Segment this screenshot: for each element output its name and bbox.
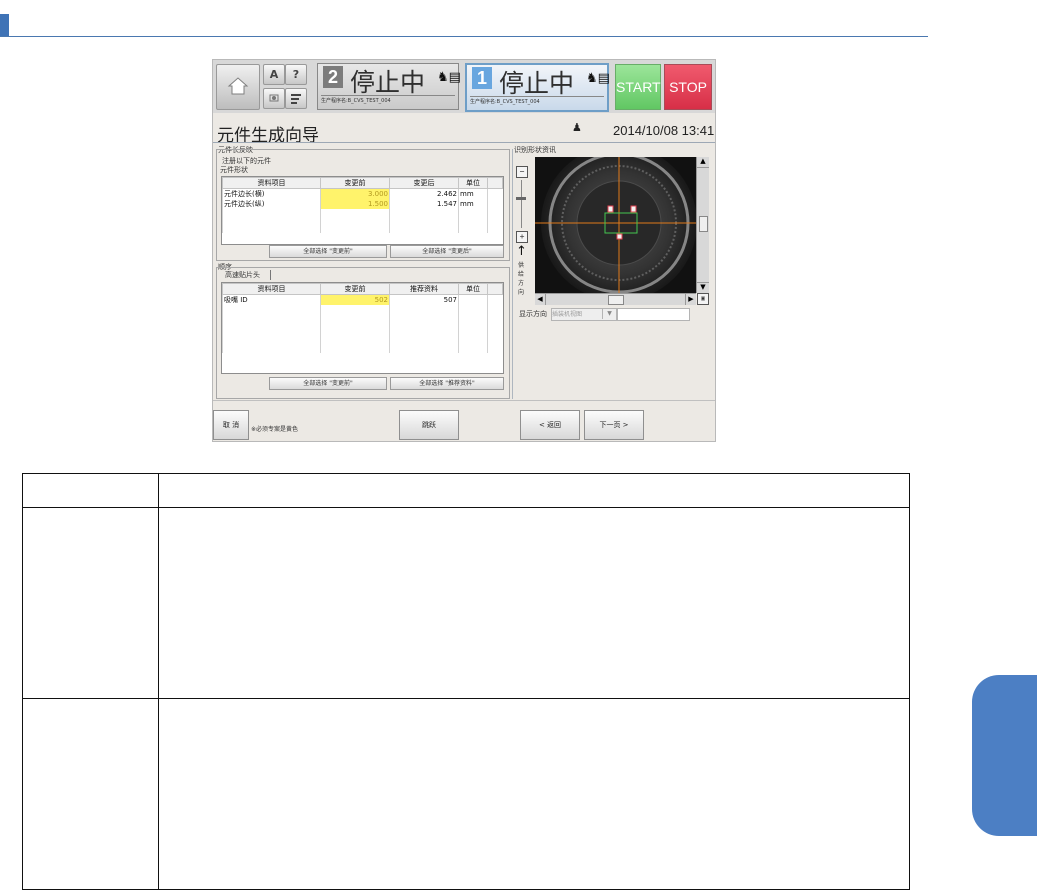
feed-direction-arrow-icon: ↑ bbox=[516, 244, 527, 259]
after-value-cell[interactable]: 1.547 bbox=[389, 199, 459, 209]
feed-direction-char: 给 bbox=[517, 271, 524, 278]
user-icon: ♟ bbox=[572, 121, 582, 134]
column-header-before: 变更前 bbox=[320, 283, 390, 295]
chevron-down-icon[interactable]: ▼ bbox=[602, 308, 616, 319]
machine-1-number: 1 bbox=[472, 67, 492, 89]
column-header-recommended: 推荐资料 bbox=[389, 283, 459, 295]
table-row-label-cell bbox=[22, 507, 159, 699]
component-generation-screen: A ? 2 停止中 ♞▤ 生产程序名:B_CVS_TEST_004 1 停止中 … bbox=[212, 59, 716, 442]
component-data-table: 资料项目 变更前 变更后 单位 元件边长(横) 3.000 2.462 mm 元… bbox=[221, 176, 504, 245]
scroll-right-icon[interactable]: ▶ bbox=[685, 294, 696, 305]
recommended-value-cell[interactable]: 507 bbox=[389, 294, 459, 305]
transfer-button[interactable] bbox=[285, 88, 307, 109]
header-rule bbox=[0, 36, 928, 37]
column-header-after: 变更后 bbox=[389, 177, 459, 189]
horizontal-scroll-thumb[interactable] bbox=[608, 295, 624, 305]
feed-direction-char: 供 bbox=[517, 262, 524, 269]
item-cell: 元件边长(横) bbox=[222, 188, 321, 199]
home-icon bbox=[227, 77, 249, 95]
machine-2-program: 生产程序名:B_CVS_TEST_004 bbox=[321, 95, 455, 106]
column-header-before: 变更前 bbox=[320, 177, 390, 189]
machine-2-status-panel[interactable]: 2 停止中 ♞▤ 生产程序名:B_CVS_TEST_004 bbox=[317, 63, 461, 110]
horizontal-scrollbar[interactable]: ◀ ▶ bbox=[535, 293, 696, 305]
mode-button[interactable]: A bbox=[263, 64, 285, 85]
table-row[interactable]: 元件边长(横) 3.000 2.462 mm bbox=[222, 188, 503, 199]
order-data-table: 资料项目 变更前 推荐资料 单位 吸嘴 ID 502 507 bbox=[221, 282, 504, 374]
zoom-slider-thumb[interactable] bbox=[516, 197, 526, 200]
skip-button[interactable]: 跳跃 bbox=[399, 410, 459, 440]
next-page-button[interactable]: 下一页 > bbox=[584, 410, 644, 440]
transfer-icon bbox=[291, 94, 301, 104]
home-button[interactable] bbox=[216, 64, 260, 110]
document-table bbox=[22, 473, 910, 890]
scroll-up-icon[interactable]: ▲ bbox=[697, 157, 709, 168]
title-divider bbox=[213, 142, 715, 143]
required-fields-note: ※必须专案是黄色 bbox=[251, 426, 299, 433]
feed-direction-char: 向 bbox=[517, 289, 524, 296]
tab-high-speed-head[interactable]: 高速贴片头 bbox=[225, 270, 271, 280]
start-button[interactable]: START bbox=[615, 64, 661, 110]
help-button-label: ? bbox=[292, 68, 300, 81]
toolbar: A ? 2 停止中 ♞▤ 生产程序名:B_CVS_TEST_004 1 停止中 … bbox=[213, 60, 715, 113]
before-value-cell[interactable]: 1.500 bbox=[320, 199, 390, 209]
mode-button-label: A bbox=[269, 68, 279, 81]
before-value-cell[interactable]: 502 bbox=[320, 294, 390, 305]
vertical-scrollbar[interactable]: ▲ ▼ bbox=[696, 157, 709, 293]
camera-icon bbox=[269, 94, 279, 102]
camera-button[interactable] bbox=[263, 88, 285, 109]
scroll-down-icon[interactable]: ▼ bbox=[697, 282, 709, 293]
table-header-cell bbox=[158, 473, 910, 508]
table-row[interactable]: 元件边长(纵) 1.500 1.547 mm bbox=[222, 199, 503, 209]
zoom-out-button[interactable]: − bbox=[516, 166, 528, 178]
operator-clipboard-icon: ♞▤ bbox=[437, 70, 461, 85]
operator-clipboard-icon: ♞▤ bbox=[586, 71, 610, 86]
table-header-cell bbox=[22, 473, 159, 508]
feed-direction-label: 供 给 方 向 bbox=[516, 261, 526, 297]
item-cell: 吸嘴 ID bbox=[222, 294, 321, 305]
camera-image bbox=[535, 157, 696, 293]
unit-cell bbox=[458, 294, 488, 305]
column-header-unit: 单位 bbox=[458, 177, 488, 189]
select-all-recommended-button[interactable]: 全部选择 "推荐资料" bbox=[390, 377, 504, 390]
select-all-after-button[interactable]: 全部选择 "变更后" bbox=[390, 245, 504, 258]
component-shape-label: 元件形状 bbox=[220, 166, 248, 174]
scroll-corner-button[interactable]: ▣ bbox=[697, 293, 709, 305]
table-row-label-cell bbox=[22, 698, 159, 890]
column-header-item: 资料项目 bbox=[222, 177, 321, 189]
display-direction-text-field[interactable] bbox=[617, 308, 690, 321]
table-row-content-cell bbox=[158, 698, 910, 890]
item-cell: 元件边长(纵) bbox=[222, 199, 321, 209]
zoom-in-button[interactable]: + bbox=[516, 231, 528, 243]
unit-cell: mm bbox=[458, 199, 488, 209]
stop-button[interactable]: STOP bbox=[664, 64, 712, 110]
back-button[interactable]: < 返回 bbox=[520, 410, 580, 440]
unit-cell: mm bbox=[458, 188, 488, 199]
machine-1-status: 停止中 bbox=[499, 70, 575, 98]
table-row[interactable]: 吸嘴 ID 502 507 bbox=[222, 294, 503, 305]
machine-2-number: 2 bbox=[323, 66, 343, 88]
column-header-unit: 单位 bbox=[458, 283, 488, 295]
vertical-scroll-thumb[interactable] bbox=[699, 216, 708, 232]
scroll-left-icon[interactable]: ◀ bbox=[535, 294, 546, 305]
after-value-cell[interactable]: 2.462 bbox=[389, 188, 459, 199]
feed-direction-char: 方 bbox=[517, 280, 524, 287]
display-direction-label: 显示方向 bbox=[519, 310, 547, 318]
section-side-tab bbox=[972, 675, 1037, 836]
help-button[interactable]: ? bbox=[285, 64, 307, 85]
datetime: 2014/10/08 13:41 bbox=[613, 123, 715, 138]
select-all-before-order-button[interactable]: 全部选择 "变更前" bbox=[269, 377, 387, 390]
table-row-content-cell bbox=[158, 507, 910, 699]
machine-1-program: 生产程序名:B_CVS_TEST_004 bbox=[470, 96, 604, 107]
cancel-button[interactable]: 取 消 bbox=[213, 410, 249, 440]
machine-2-status: 停止中 bbox=[350, 69, 426, 97]
recognition-camera-view[interactable] bbox=[535, 157, 696, 293]
before-value-cell[interactable]: 3.000 bbox=[320, 188, 390, 199]
column-header-item: 资料项目 bbox=[222, 283, 321, 295]
select-all-before-button[interactable]: 全部选择 "变更前" bbox=[269, 245, 387, 258]
machine-1-status-panel[interactable]: 1 停止中 ♞▤ 生产程序名:B_CVS_TEST_004 bbox=[465, 63, 610, 112]
zoom-slider-track[interactable] bbox=[521, 180, 522, 228]
footer-divider bbox=[213, 400, 715, 401]
header-marker bbox=[0, 14, 9, 36]
